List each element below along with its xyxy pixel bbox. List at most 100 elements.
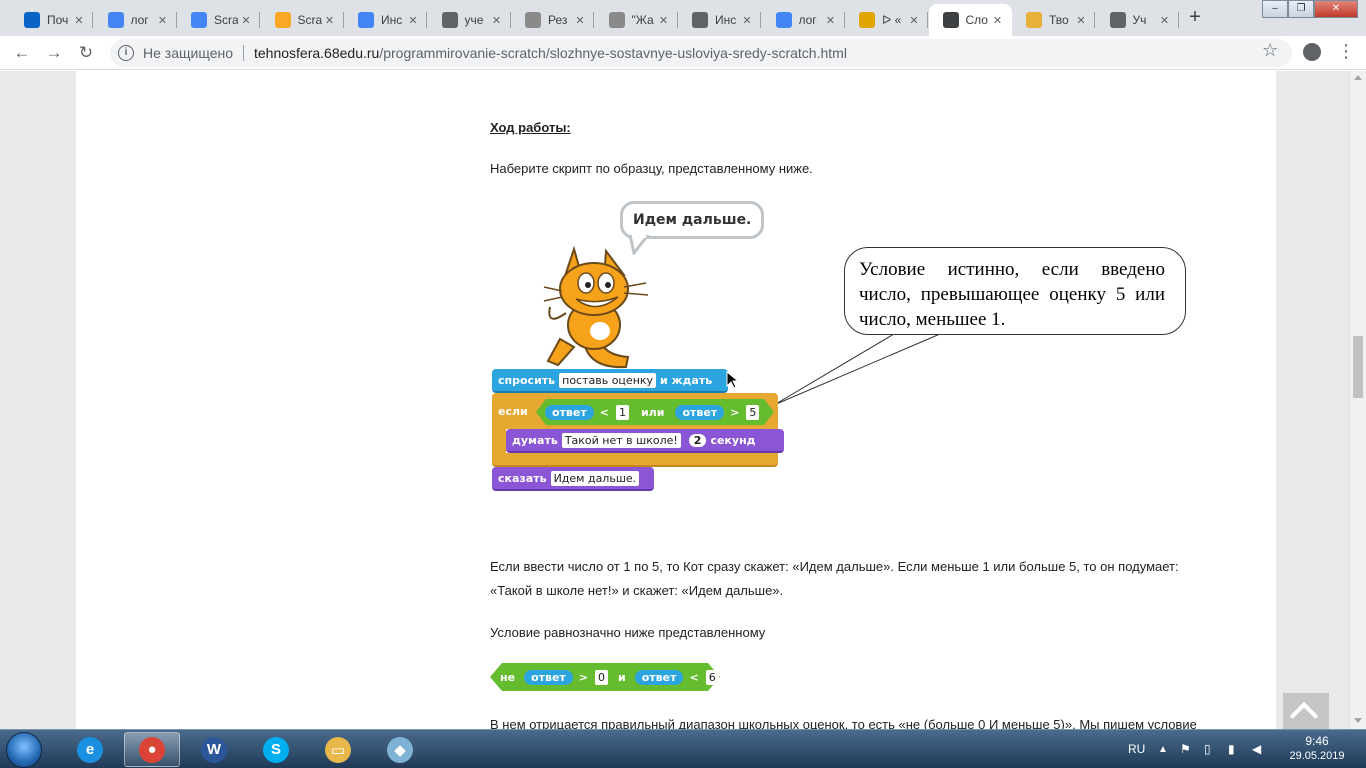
tab-12[interactable]: Тво ✕ <box>1012 4 1095 36</box>
tab-11[interactable]: Сло ✕ <box>928 4 1012 36</box>
and-label: и <box>618 670 626 684</box>
tray-chevron-icon[interactable]: ▲ <box>1158 730 1168 768</box>
tab-strip: Поч ✕ лог ✕ Scra ✕ Scra ✕ Инс ✕ уче ✕ Рез ✕ "Жа ✕ Инс ✕ ло… <box>0 0 1366 36</box>
vertical-scrollbar[interactable] <box>1349 71 1366 729</box>
tab-2[interactable]: Scra ✕ <box>177 4 260 36</box>
maximize-button[interactable]: ❐ <box>1288 0 1314 18</box>
language-indicator[interactable]: RU <box>1128 730 1145 768</box>
taskbar-app-internet-explorer[interactable]: e <box>62 732 118 767</box>
tab-8[interactable]: Инс ✕ <box>678 4 761 36</box>
globe-icon <box>1109 12 1126 28</box>
start-button[interactable] <box>6 732 42 768</box>
taskbar-app-word[interactable]: W <box>186 732 242 767</box>
paragraph-text: В нем отрицается правильный диапазон шко… <box>490 717 1197 729</box>
scratch-cat-icon <box>543 245 649 369</box>
tab-close-icon[interactable]: ✕ <box>990 14 1006 27</box>
scroll-to-top-button[interactable] <box>1283 693 1329 729</box>
taskbar-app-skype[interactable]: S <box>248 732 304 767</box>
skype-icon: S <box>263 736 289 763</box>
tab-label: Инс <box>381 13 403 27</box>
new-tab-button[interactable]: + <box>1182 6 1208 30</box>
taskbar-app-notes[interactable]: ◆ <box>372 732 428 767</box>
tab-close-icon[interactable]: ✕ <box>572 14 588 27</box>
taskbar-app-chrome[interactable]: ● <box>124 732 180 767</box>
bookmark-star-icon[interactable]: ☆ <box>1262 40 1278 61</box>
tab-close-icon[interactable]: ✕ <box>906 14 922 27</box>
gear-icon <box>942 12 959 28</box>
tab-close-icon[interactable]: ✕ <box>155 14 171 27</box>
tab-label: Рез <box>548 13 568 27</box>
reload-icon[interactable]: ↻ <box>74 41 98 65</box>
tab-13[interactable]: Уч ✕ <box>1096 4 1179 36</box>
mouse-cursor-icon <box>726 371 738 389</box>
shield-icon <box>859 12 875 28</box>
gt-operator: > <box>730 405 740 419</box>
think-seconds: 2 <box>688 433 707 447</box>
tab-close-icon[interactable]: ✕ <box>322 14 338 27</box>
callout-box: Условие истинно, если введено число, пре… <box>844 247 1186 335</box>
tab-label: Scra <box>214 13 238 27</box>
tab-7[interactable]: "Жа ✕ <box>595 4 678 36</box>
tab-label: лог <box>130 13 149 27</box>
notes-icon: ◆ <box>387 736 413 763</box>
tab-3[interactable]: Scra ✕ <box>261 4 344 36</box>
minimize-button[interactable]: – <box>1262 0 1288 18</box>
internet-explorer-icon: e <box>77 736 103 763</box>
tab-close-icon[interactable]: ✕ <box>823 14 839 27</box>
tab-close-icon[interactable]: ✕ <box>739 14 755 27</box>
signal-icon[interactable]: ▮ <box>1228 730 1235 768</box>
close-button[interactable]: ✕ <box>1314 0 1358 18</box>
intro-text: Наберите скрипт по образцу, представленн… <box>490 161 813 176</box>
scrollbar-thumb[interactable] <box>1353 336 1363 398</box>
section-heading: Ход работы: <box>490 120 571 135</box>
flag-icon[interactable]: ⚑ <box>1180 730 1191 768</box>
say-label: сказать <box>498 471 547 485</box>
forward-arrow-icon[interactable]: → <box>42 41 66 65</box>
account-icon[interactable] <box>1303 43 1321 61</box>
info-icon[interactable]: i <box>118 45 134 61</box>
divider <box>243 45 244 61</box>
tab-5[interactable]: уче ✕ <box>428 4 511 36</box>
volume-icon[interactable]: ◀ <box>1252 730 1261 768</box>
tab-close-icon[interactable]: ✕ <box>71 14 87 27</box>
tab-label: Инс <box>715 13 737 27</box>
taskbar-app-explorer[interactable]: ▭ <box>310 732 366 767</box>
or-label: или <box>640 405 665 419</box>
device-icon[interactable]: ▯ <box>1204 730 1211 768</box>
lt-operator: < <box>689 670 699 684</box>
back-arrow-icon[interactable]: ← <box>10 41 34 65</box>
if-label: если <box>498 404 528 418</box>
tab-9[interactable]: лог ✕ <box>762 4 845 36</box>
scroll-down-icon[interactable] <box>1354 718 1362 723</box>
tab-close-icon[interactable]: ✕ <box>489 14 505 27</box>
say-block: сказать Идем дальше. <box>492 467 654 491</box>
gt-operator: > <box>578 670 589 684</box>
tab-6[interactable]: Рез ✕ <box>511 4 594 36</box>
value-five: 5 <box>746 404 760 420</box>
think-block: думать Такой нет в школе! 2 секунд <box>506 429 784 453</box>
tab-label: Тво <box>1049 13 1069 27</box>
system-clock[interactable]: 9:46 29.05.2019 <box>1282 734 1352 764</box>
menu-icon[interactable]: ⋮ <box>1337 41 1355 62</box>
tab-label: Сло <box>965 13 988 27</box>
outlook-icon <box>24 12 40 28</box>
tab-close-icon[interactable]: ✕ <box>238 14 254 27</box>
page-viewport: Ход работы: Наберите скрипт по образцу, … <box>0 71 1366 729</box>
tab-10[interactable]: ᐅ « ✕ <box>845 4 928 36</box>
tab-4[interactable]: Инс ✕ <box>344 4 427 36</box>
answer-reporter: ответ <box>634 669 684 685</box>
tab-close-icon[interactable]: ✕ <box>1157 14 1173 27</box>
not-label: не <box>500 670 516 684</box>
think-label: думать <box>512 433 558 447</box>
tab-close-icon[interactable]: ✕ <box>1073 14 1089 27</box>
tab-1[interactable]: лог ✕ <box>94 4 177 36</box>
tab-0[interactable]: Поч ✕ <box>10 4 93 36</box>
lt-operator: < <box>599 405 609 419</box>
address-bar[interactable]: i Не защищено tehnosfera.68edu.ru/progra… <box>110 39 1292 67</box>
tab-close-icon[interactable]: ✕ <box>405 14 421 27</box>
seconds-label: секунд <box>710 433 756 447</box>
answer-reporter: ответ <box>545 404 594 420</box>
value-one: 1 <box>615 404 629 420</box>
tab-close-icon[interactable]: ✕ <box>656 14 672 27</box>
scroll-up-icon[interactable] <box>1354 75 1362 80</box>
